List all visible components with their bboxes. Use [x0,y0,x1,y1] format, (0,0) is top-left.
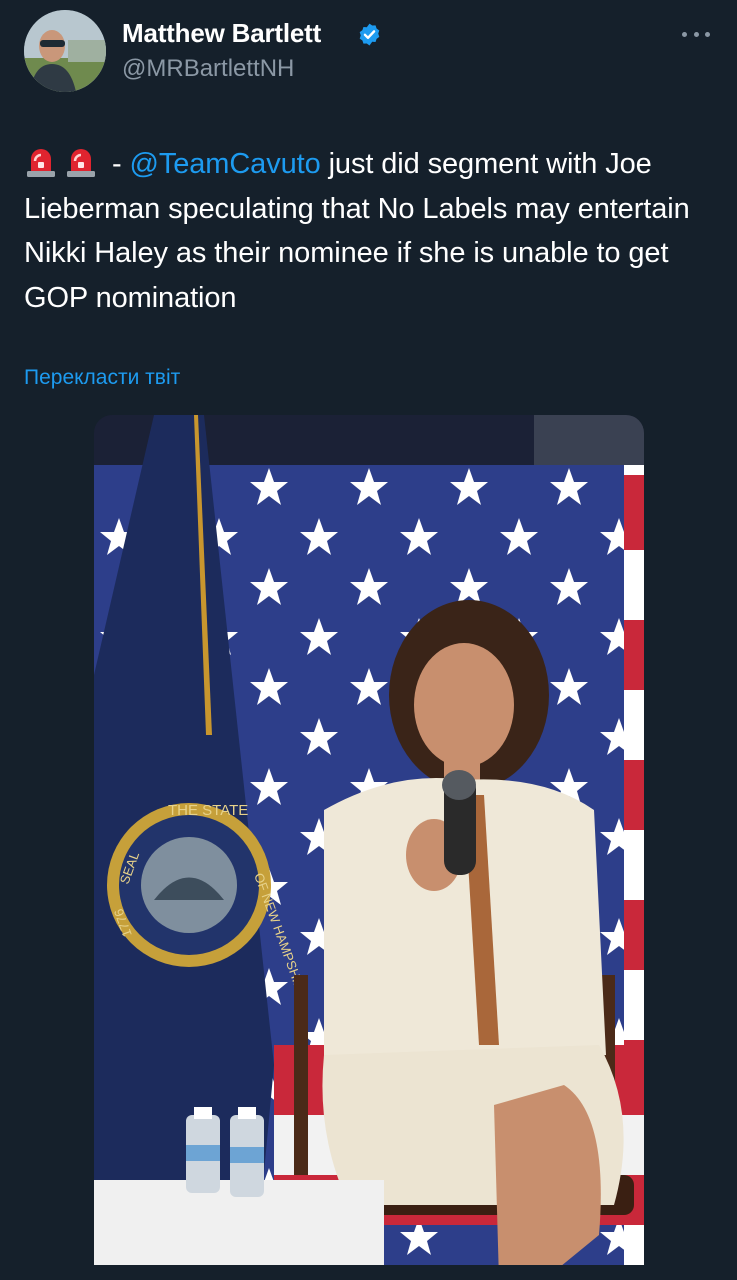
avatar-image [24,10,106,92]
bottom-edge [0,1265,737,1280]
photo-image: THE STATE OF NEW HAMPSHIRE SEAL 1776 [94,415,644,1280]
siren-icon [27,149,55,177]
verified-badge-icon [359,23,380,46]
tweet-photo[interactable]: THE STATE OF NEW HAMPSHIRE SEAL 1776 [94,415,644,1280]
tweet: Matthew Bartlett @MRBartlettNH - @TeamCa… [0,0,737,1280]
seal-text-top: THE STATE [168,802,248,819]
author-handle[interactable]: @MRBartlettNH [122,55,294,83]
mention-link[interactable]: @TeamCavuto [129,148,320,180]
tweet-text: - @TeamCavuto just did segment with Joe … [24,142,714,320]
author-avatar[interactable] [24,10,106,92]
translate-tweet-link[interactable]: Перекласти твіт [24,366,180,390]
more-options-icon[interactable] [678,22,714,46]
author-display-name[interactable]: Matthew Bartlett [122,18,321,49]
siren-icon [67,149,95,177]
tweet-text-prefix: - [104,148,130,180]
